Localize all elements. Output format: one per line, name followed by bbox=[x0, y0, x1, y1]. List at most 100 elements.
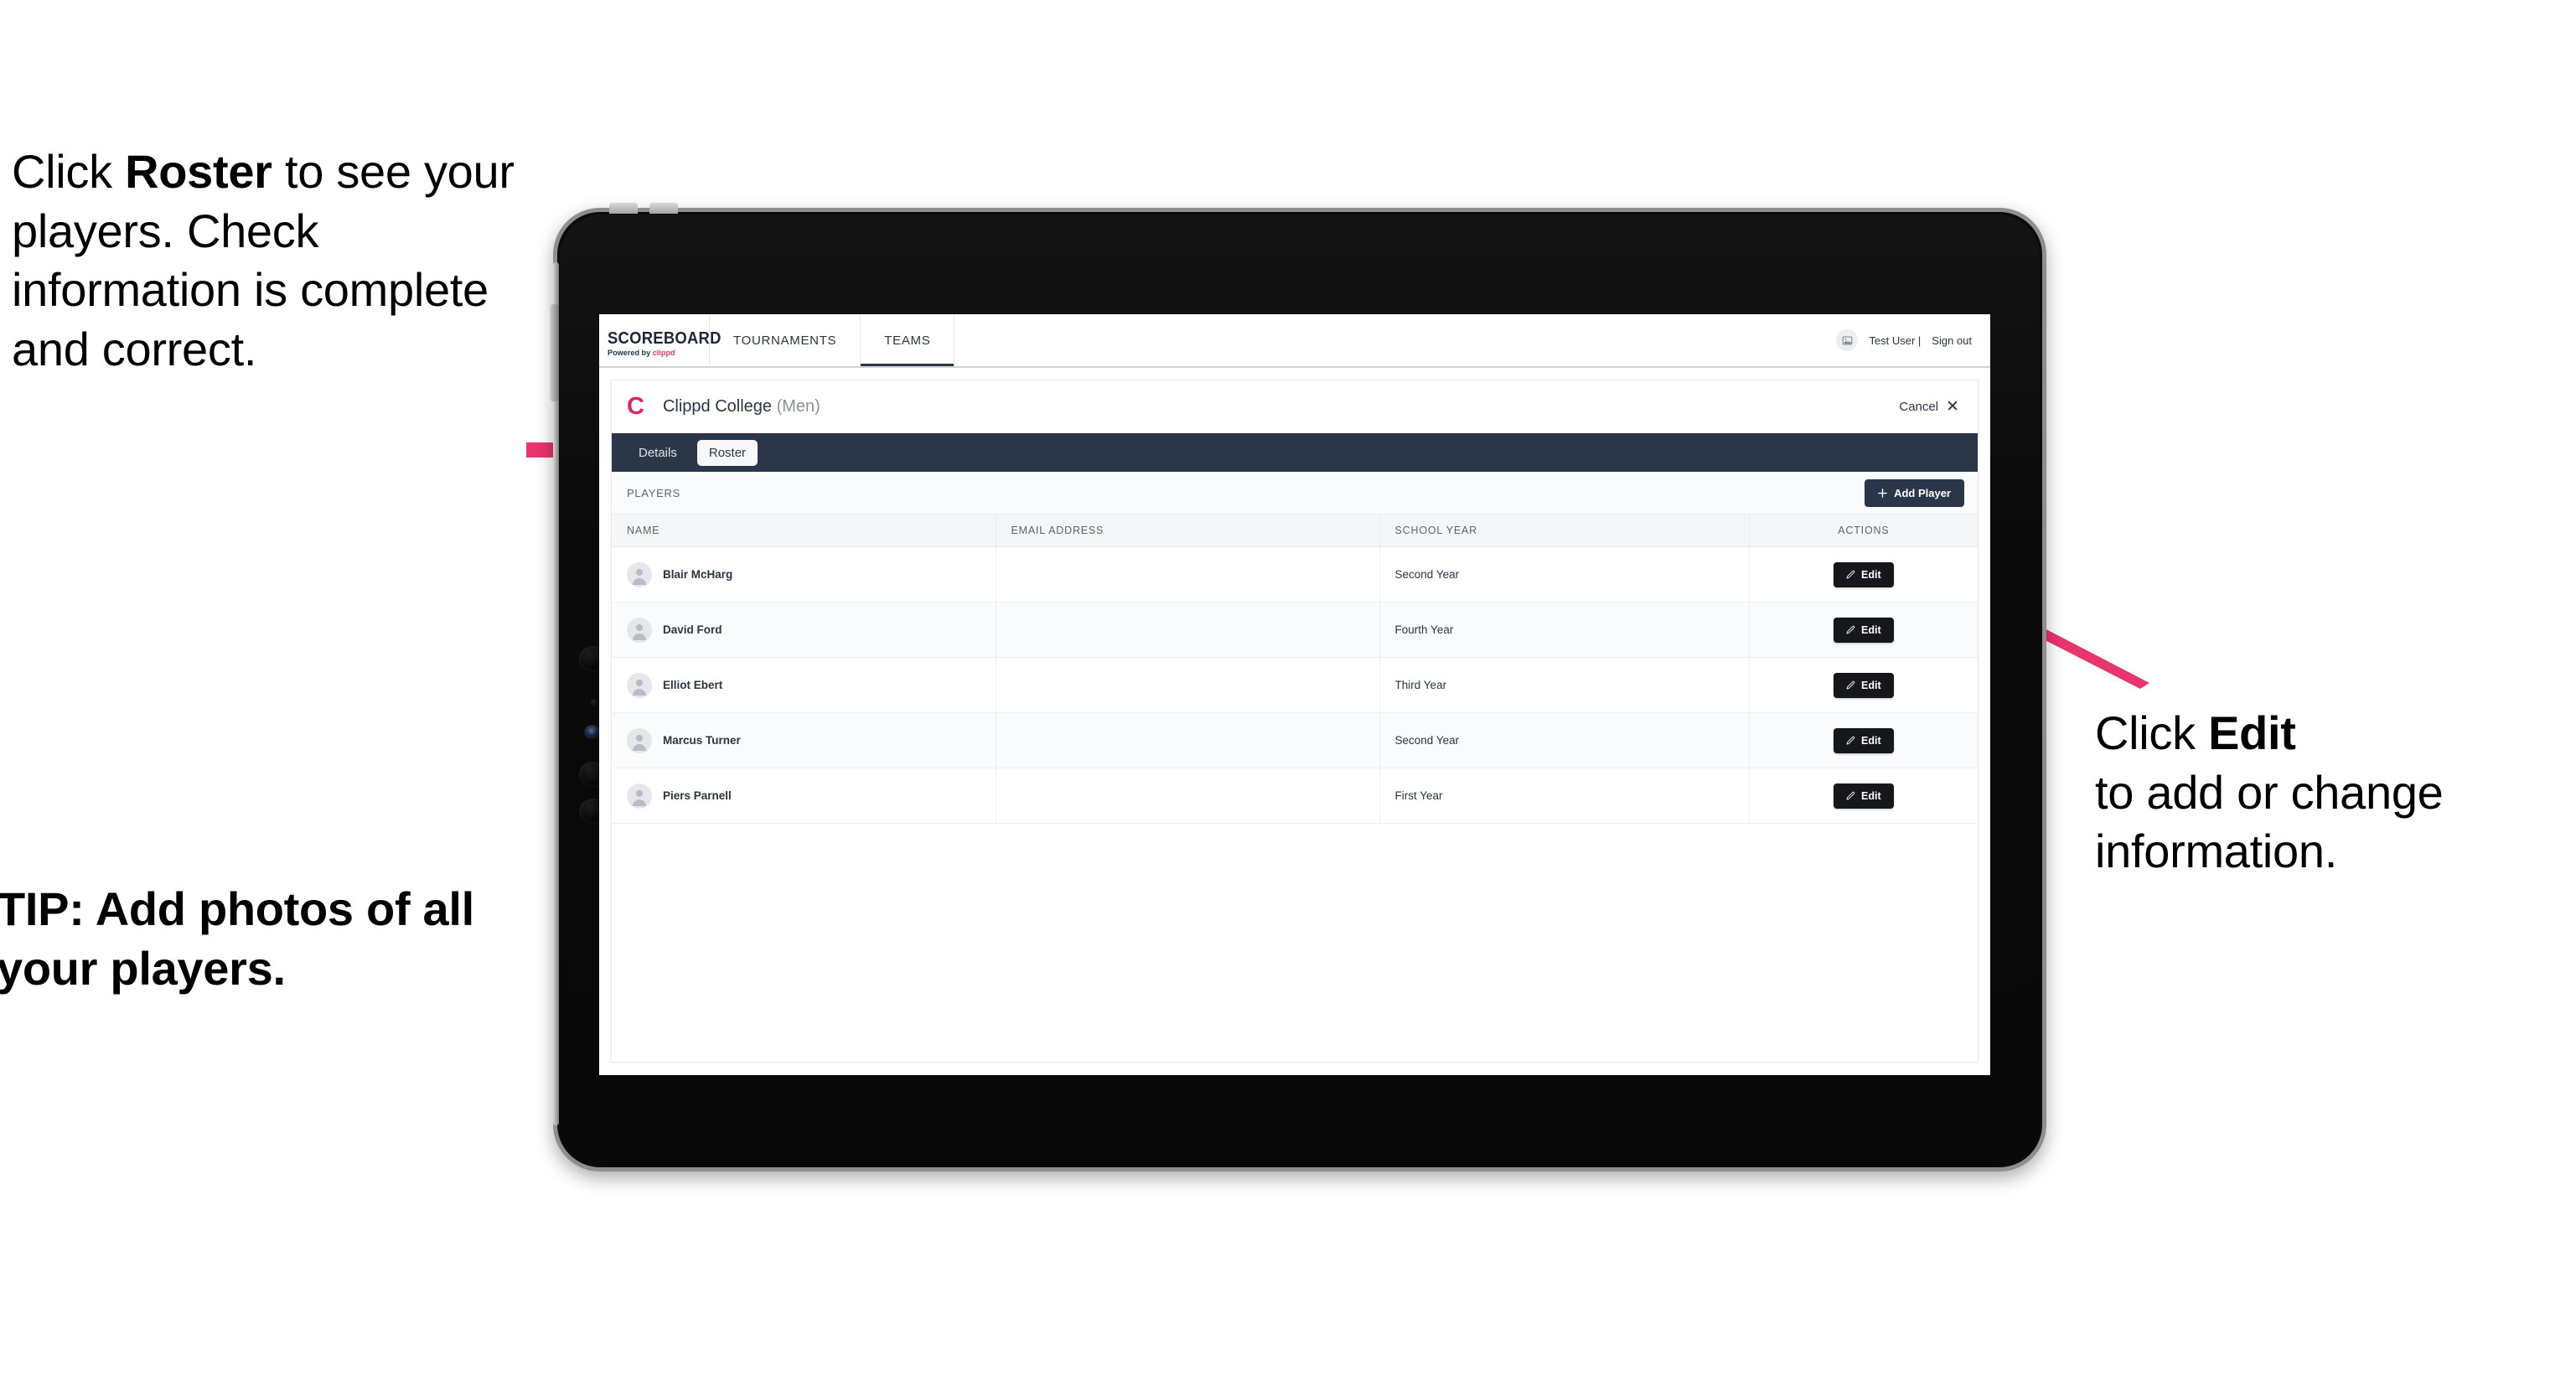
team-card-header: C Clippd College (Men) Cancel ✕ bbox=[612, 380, 1978, 433]
player-name-label: Piers Parnell bbox=[663, 789, 732, 802]
user-area: Test User | Sign out bbox=[1836, 314, 1990, 366]
volume-down-button[interactable] bbox=[649, 203, 678, 214]
annotation-right-rest: to add or change information. bbox=[2095, 765, 2444, 878]
main-nav-tabs: TOURNAMENTS TEAMS bbox=[710, 314, 955, 366]
column-header-email: EMAIL ADDRESS bbox=[996, 515, 1380, 547]
player-name-label: David Ford bbox=[663, 623, 722, 636]
cell-school-year: Second Year bbox=[1379, 712, 1750, 768]
nav-tab-tournaments[interactable]: TOURNAMENTS bbox=[710, 314, 861, 366]
cell-actions: Edit bbox=[1749, 712, 1978, 768]
player-avatar bbox=[627, 617, 652, 643]
brand-name: SCOREBOARD bbox=[608, 329, 722, 349]
person-avatar-icon bbox=[628, 674, 650, 696]
pencil-icon bbox=[1846, 570, 1855, 579]
annotation-right-pre: Click bbox=[2095, 706, 2209, 759]
roster-table: NAME EMAIL ADDRESS SCHOOL YEAR ACTIONS B… bbox=[612, 515, 1978, 824]
table-row: Piers Parnell First Year Edit bbox=[612, 768, 1978, 824]
players-section-label: PLAYERS bbox=[627, 486, 680, 499]
tablet-screen: SCOREBOARD Powered by clippd TOURNAMENTS… bbox=[599, 314, 1990, 1075]
edit-button-label: Edit bbox=[1861, 734, 1881, 747]
cell-actions: Edit bbox=[1749, 768, 1978, 824]
brand-clippd: clippd bbox=[652, 349, 675, 359]
table-bottom-divider bbox=[612, 824, 1978, 825]
edit-button-label: Edit bbox=[1861, 568, 1881, 581]
team-name-text: Clippd College bbox=[662, 396, 773, 416]
subtab-details[interactable]: Details bbox=[627, 440, 689, 466]
team-logo-icon: C bbox=[627, 392, 644, 420]
pencil-icon bbox=[1846, 791, 1855, 800]
edit-button[interactable]: Edit bbox=[1834, 727, 1894, 753]
cell-actions: Edit bbox=[1749, 546, 1978, 602]
app-topbar: SCOREBOARD Powered by clippd TOURNAMENTS… bbox=[599, 314, 1990, 368]
player-avatar bbox=[627, 561, 652, 587]
person-avatar-icon bbox=[628, 729, 650, 752]
volume-up-button[interactable] bbox=[609, 203, 638, 214]
add-player-label: Add Player bbox=[1894, 486, 1951, 499]
table-header-row: NAME EMAIL ADDRESS SCHOOL YEAR ACTIONS bbox=[612, 515, 1978, 547]
edit-button[interactable]: Edit bbox=[1834, 617, 1894, 643]
tablet-device-frame: SCOREBOARD Powered by clippd TOURNAMENTS… bbox=[550, 203, 2046, 1171]
user-avatar[interactable] bbox=[1836, 329, 1859, 351]
edit-button[interactable]: Edit bbox=[1834, 561, 1894, 587]
pencil-icon bbox=[1846, 625, 1855, 634]
column-header-name: NAME bbox=[612, 515, 996, 547]
annotation-right-bold: Edit bbox=[2208, 706, 2296, 759]
cell-name: Elliot Ebert bbox=[612, 657, 996, 713]
table-row: Blair McHarg Second Year Edit bbox=[612, 546, 1978, 602]
player-name-label: Blair McHarg bbox=[663, 568, 733, 581]
player-name-label: Elliot Ebert bbox=[663, 679, 723, 691]
annotation-left-pre: Click bbox=[12, 145, 126, 198]
player-name-label: Marcus Turner bbox=[663, 734, 741, 747]
add-player-button[interactable]: Add Player bbox=[1865, 478, 1964, 507]
cell-school-year: Third Year bbox=[1379, 657, 1750, 713]
annotation-left-bold: Roster bbox=[125, 145, 272, 198]
cancel-button[interactable]: Cancel ✕ bbox=[1899, 399, 1959, 415]
team-subtabs: Details Roster bbox=[612, 433, 1978, 472]
power-button[interactable] bbox=[550, 304, 559, 401]
annotation-right-line1: Click Edit bbox=[2095, 704, 2576, 763]
brand-logo[interactable]: SCOREBOARD Powered by clippd bbox=[599, 314, 722, 366]
pencil-icon bbox=[1846, 680, 1855, 690]
sensor-lens-icon bbox=[584, 725, 600, 739]
subtab-roster[interactable]: Roster bbox=[696, 439, 758, 466]
annotation-tip: TIP: Add photos of all your players. bbox=[0, 882, 474, 995]
table-row: David Ford Fourth Year Edit bbox=[612, 602, 1978, 658]
cell-email bbox=[996, 768, 1380, 824]
cell-actions: Edit bbox=[1749, 602, 1978, 658]
pencil-icon bbox=[1846, 736, 1855, 745]
edit-button-label: Edit bbox=[1861, 789, 1881, 802]
nav-tab-teams[interactable]: TEAMS bbox=[861, 314, 955, 366]
player-avatar bbox=[627, 727, 652, 753]
person-avatar-icon bbox=[628, 784, 650, 807]
edit-button[interactable]: Edit bbox=[1834, 783, 1894, 809]
cell-name: Piers Parnell bbox=[612, 768, 996, 824]
cell-school-year: Second Year bbox=[1379, 546, 1750, 602]
cell-email bbox=[996, 546, 1380, 602]
sign-out-link[interactable]: Sign out bbox=[1932, 334, 1972, 347]
cell-name: David Ford bbox=[612, 602, 996, 658]
cell-actions: Edit bbox=[1749, 657, 1978, 713]
cell-email bbox=[996, 712, 1380, 768]
close-x-icon: ✕ bbox=[1946, 397, 1959, 416]
cell-email bbox=[996, 602, 1380, 658]
edit-button-label: Edit bbox=[1861, 623, 1881, 636]
cell-name: Blair McHarg bbox=[612, 546, 996, 602]
cell-school-year: Fourth Year bbox=[1379, 602, 1750, 658]
column-header-actions: ACTIONS bbox=[1749, 515, 1978, 547]
user-name-label: Test User | bbox=[1869, 334, 1922, 347]
cell-email bbox=[996, 657, 1380, 713]
player-avatar bbox=[627, 672, 652, 698]
players-toolbar: PLAYERS Add Player bbox=[612, 472, 1978, 515]
table-row: Marcus Turner Second Year Edit bbox=[612, 712, 1978, 768]
team-card: C Clippd College (Men) Cancel ✕ Details … bbox=[611, 380, 1979, 1063]
player-avatar bbox=[627, 783, 652, 809]
cell-name: Marcus Turner bbox=[612, 712, 996, 768]
user-image-icon bbox=[1842, 336, 1853, 344]
team-gender-text: (Men) bbox=[776, 396, 820, 416]
edit-button[interactable]: Edit bbox=[1834, 672, 1894, 698]
cancel-label: Cancel bbox=[1899, 399, 1939, 414]
microphone-hole-icon bbox=[591, 700, 597, 706]
brand-powered-by: Powered by bbox=[608, 349, 653, 359]
person-avatar-icon bbox=[628, 563, 650, 586]
edit-button-label: Edit bbox=[1861, 679, 1881, 691]
